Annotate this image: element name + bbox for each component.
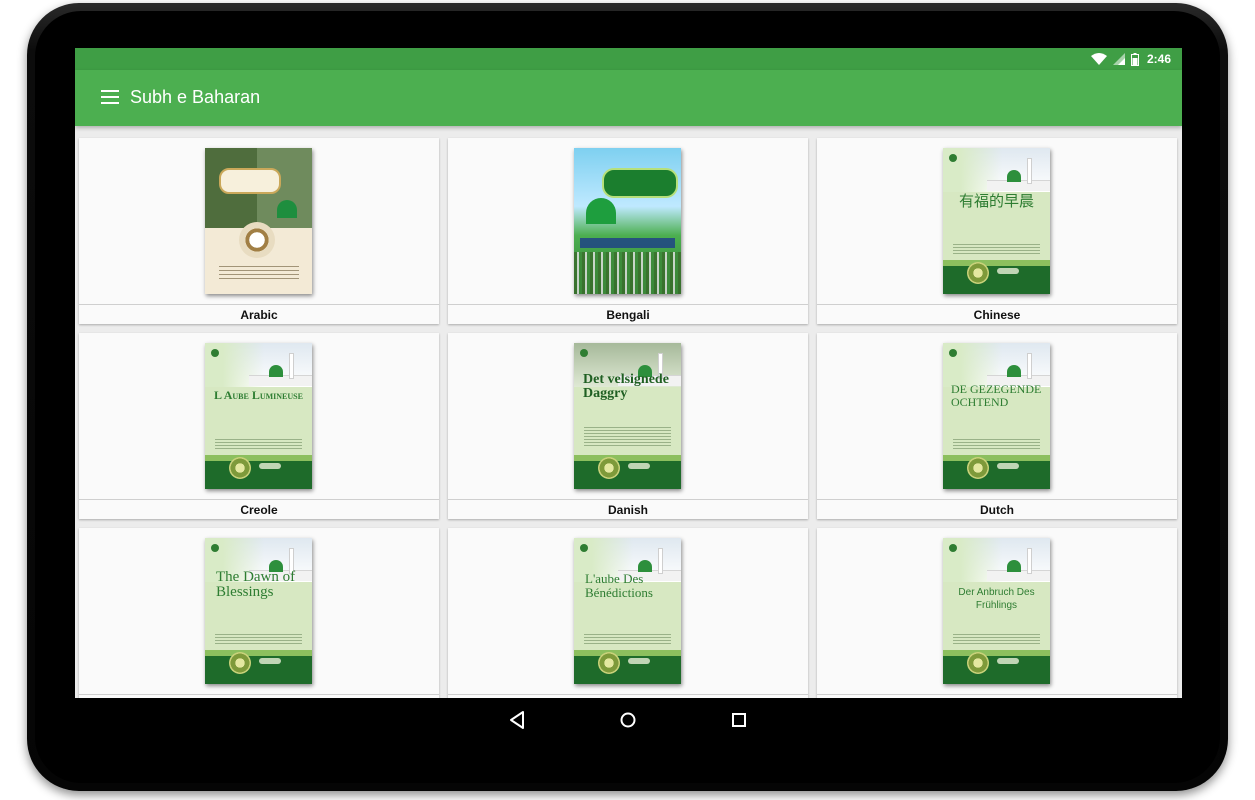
cell-signal-icon xyxy=(1112,53,1125,65)
wifi-icon xyxy=(1090,53,1107,65)
green-dome-icon xyxy=(586,198,616,224)
medallion-icon xyxy=(598,457,620,479)
book-card-danish[interactable]: Det velsignede Daggry Danish xyxy=(448,333,808,519)
book-card-english[interactable]: The Dawn of Blessings xyxy=(79,528,439,698)
logo-icon xyxy=(580,349,588,357)
book-cover xyxy=(205,148,312,294)
medallion-icon xyxy=(598,652,620,674)
book-label: Chinese xyxy=(973,308,1021,322)
medallion-icon xyxy=(967,457,989,479)
app-title: Subh e Baharan xyxy=(130,87,261,107)
book-label: Dutch xyxy=(980,503,1014,517)
cover-title: DE GEZEGENDE OCHTEND xyxy=(951,382,1042,409)
screen: 2:46 Subh e Baharan Arabic Bengali 有福的早晨… xyxy=(75,48,1182,698)
logo-icon xyxy=(949,349,957,357)
book-cover: L'aube Des Bénédictions xyxy=(574,538,681,684)
book-card-bengali[interactable]: Bengali xyxy=(448,138,808,324)
medallion-icon xyxy=(239,222,275,258)
title-banner-icon xyxy=(602,168,678,198)
calligraphy-banner-icon xyxy=(219,168,281,194)
book-card-dutch[interactable]: DE GEZEGENDE OCHTEND Dutch xyxy=(817,333,1177,519)
cover-title: Der Anbruch Des Frühlings xyxy=(958,587,1035,611)
logo-icon xyxy=(211,544,219,552)
back-triangle-icon[interactable] xyxy=(505,708,529,732)
book-label: Creole xyxy=(240,503,278,517)
book-card-german[interactable]: Der Anbruch Des Frühlings xyxy=(817,528,1177,698)
hamburger-menu-icon[interactable] xyxy=(101,90,119,104)
book-cover: L Aube Lumineuse xyxy=(205,343,312,489)
recents-square-icon[interactable] xyxy=(727,708,751,732)
book-label: Danish xyxy=(607,503,648,517)
medallion-icon xyxy=(967,262,989,284)
book-cover: The Dawn of Blessings xyxy=(205,538,312,684)
logo-icon xyxy=(949,544,957,552)
book-cover xyxy=(574,148,681,294)
book-card-french[interactable]: L'aube Des Bénédictions xyxy=(448,528,808,698)
book-card-chinese[interactable]: 有福的早晨 Chinese xyxy=(817,138,1177,324)
cover-title: 有福的早晨 xyxy=(958,192,1034,210)
home-circle-icon[interactable] xyxy=(616,708,640,732)
book-card-creole[interactable]: L Aube Lumineuse Creole xyxy=(79,333,439,519)
book-cover: 有福的早晨 xyxy=(943,148,1050,294)
book-cover: DE GEZEGENDE OCHTEND xyxy=(943,343,1050,489)
logo-icon xyxy=(580,544,588,552)
book-label: Bengali xyxy=(606,308,650,322)
book-grid: Arabic Bengali 有福的早晨 Chinese L Aube Lumi… xyxy=(79,138,1179,698)
medallion-icon xyxy=(229,652,251,674)
battery-icon xyxy=(1130,52,1139,66)
logo-icon xyxy=(949,154,957,162)
status-bar: 2:46 xyxy=(75,48,1182,70)
book-label: Arabic xyxy=(240,308,278,322)
navigation-bar xyxy=(75,698,1182,742)
book-card-arabic[interactable]: Arabic xyxy=(79,138,439,324)
green-dome-icon xyxy=(277,200,297,218)
book-cover: Der Anbruch Des Frühlings xyxy=(943,538,1050,684)
medallion-icon xyxy=(967,652,989,674)
medallion-icon xyxy=(229,457,251,479)
cover-title: L Aube Lumineuse xyxy=(214,388,303,402)
app-bar: Subh e Baharan xyxy=(75,70,1182,126)
cover-title: The Dawn of Blessings xyxy=(216,569,296,600)
cover-title: Det velsignede Daggry xyxy=(583,372,669,401)
book-cover: Det velsignede Daggry xyxy=(574,343,681,489)
cover-title: L'aube Des Bénédictions xyxy=(585,571,653,600)
status-time: 2:46 xyxy=(1146,52,1171,66)
logo-icon xyxy=(211,349,219,357)
